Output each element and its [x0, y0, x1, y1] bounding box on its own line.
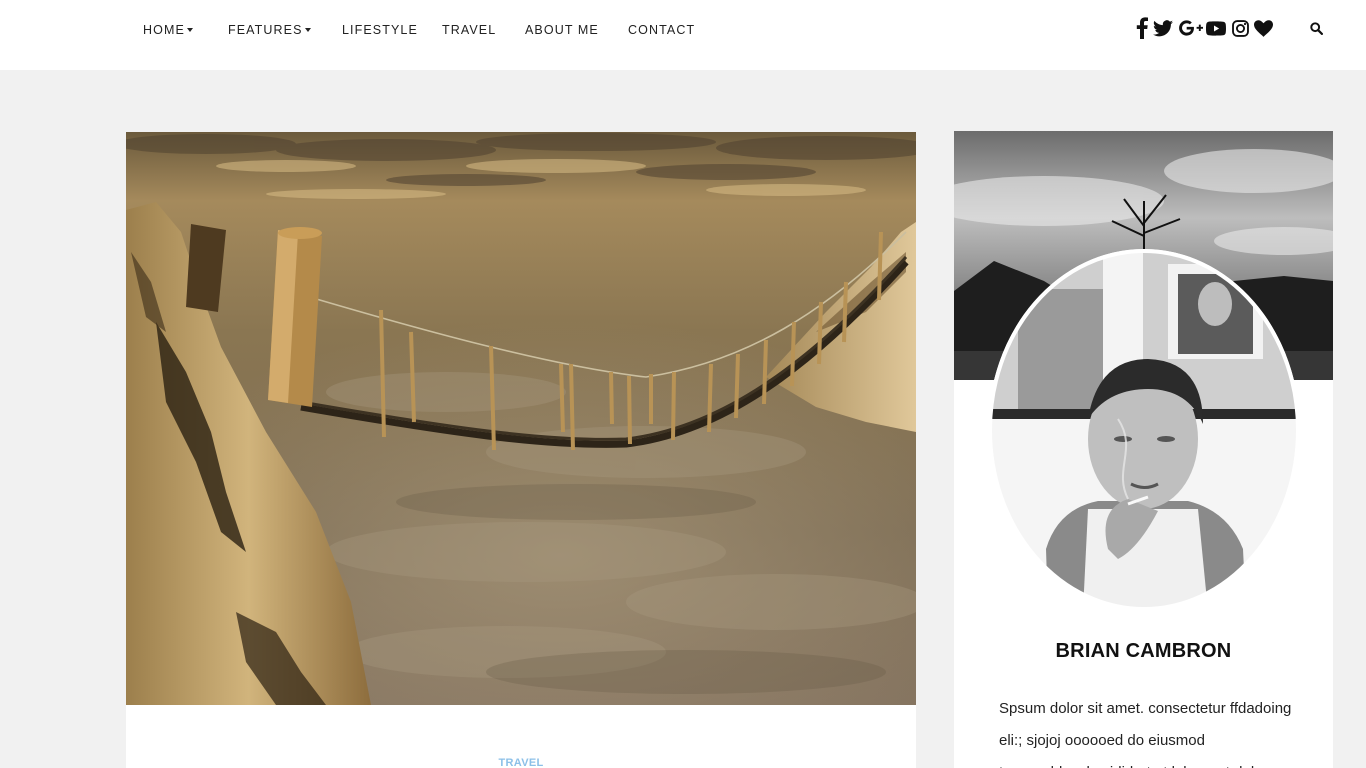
menu-item-features[interactable]: FEATURES — [228, 22, 311, 38]
twitter-icon[interactable] — [1152, 15, 1174, 41]
menu-item-label: CONTACT — [628, 23, 696, 37]
menu-item-label: ABOUT ME — [525, 23, 599, 37]
heart-icon[interactable] — [1252, 15, 1274, 41]
menu-item-contact[interactable]: CONTACT — [628, 22, 695, 38]
featured-post-card: TRAVEL — [126, 132, 916, 768]
google-plus-icon[interactable] — [1178, 15, 1204, 41]
top-navigation-bar: HOME FEATURES LIFESTYLE TRAVEL ABOUT ME … — [0, 0, 1366, 70]
post-featured-image[interactable] — [126, 132, 916, 705]
about-author-widget: BRIAN CAMBRON Spsum dolor sit amet. cons… — [954, 131, 1333, 768]
menu-item-label: TRAVEL — [442, 23, 497, 37]
facebook-icon[interactable] — [1131, 15, 1153, 41]
menu-item-home[interactable]: HOME — [143, 22, 193, 38]
chevron-down-icon — [186, 28, 193, 32]
search-icon[interactable] — [1306, 18, 1326, 38]
menu-item-label: FEATURES — [228, 23, 303, 37]
menu-item-about-me[interactable]: ABOUT ME — [525, 22, 599, 38]
post-category-link[interactable]: TRAVEL — [126, 757, 916, 768]
chevron-down-icon — [304, 28, 311, 32]
menu-item-travel[interactable]: TRAVEL — [442, 22, 496, 38]
menu-item-label: LIFESTYLE — [342, 23, 418, 37]
instagram-icon[interactable] — [1229, 15, 1251, 41]
youtube-icon[interactable] — [1205, 15, 1227, 41]
author-name: BRIAN CAMBRON — [1055, 640, 1232, 662]
menu-item-lifestyle[interactable]: LIFESTYLE — [342, 22, 418, 38]
author-bio: Spsum dolor sit amet. consectetur ffdado… — [999, 700, 1292, 768]
menu-item-label: HOME — [143, 23, 185, 37]
author-avatar — [988, 249, 1300, 611]
